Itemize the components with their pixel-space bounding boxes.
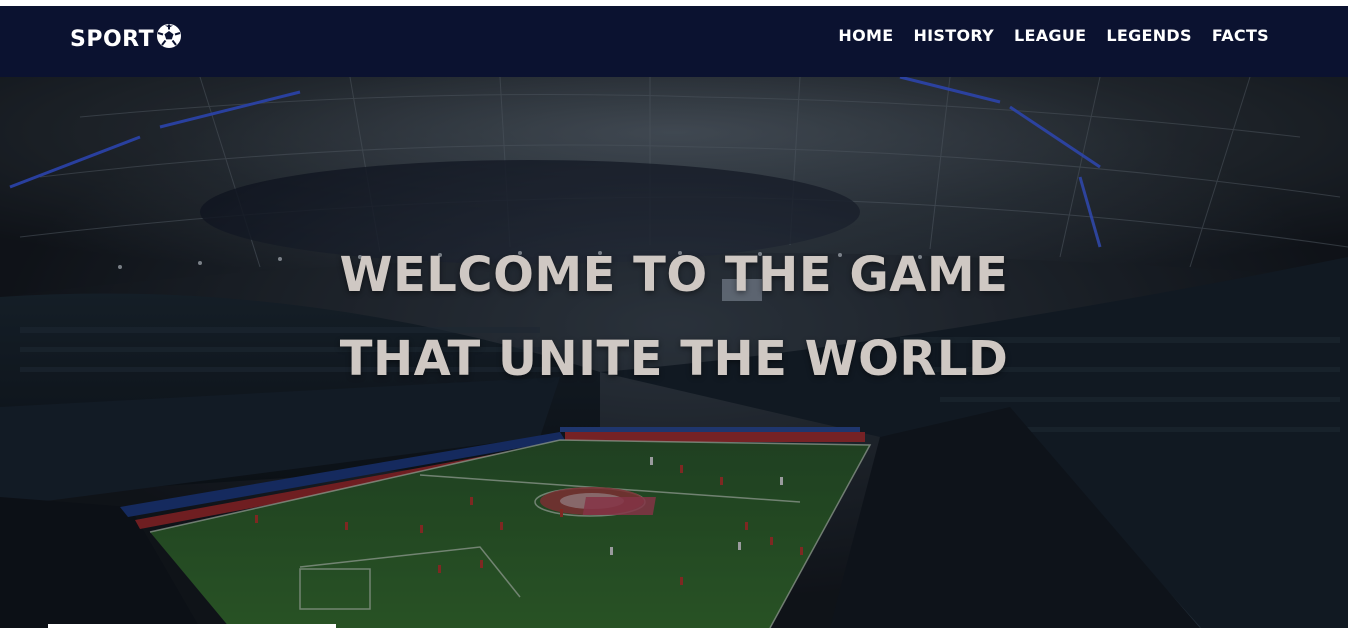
hero-headline-line-1: WELCOME TO THE GAME	[339, 247, 1009, 304]
hero-headline: WELCOME TO THE GAME THAT UNITE THE WORLD	[0, 233, 1348, 401]
hero-headline-line-2: THAT UNITE THE WORLD	[339, 331, 1009, 388]
hero-section: WELCOME TO THE GAME THAT UNITE THE WORLD	[0, 77, 1348, 628]
logo-text: SPORT	[70, 26, 155, 52]
nav-legends[interactable]: LEGENDS	[1106, 26, 1191, 45]
nav-home[interactable]: HOME	[838, 26, 893, 45]
logo[interactable]: SPORT	[70, 23, 182, 52]
main-nav: HOME HISTORY LEAGUE LEGENDS FACTS	[838, 26, 1269, 45]
page: SPORT HOME HISTORY LEAGUE LEGENDS FACTS	[0, 0, 1348, 628]
soccer-ball-icon	[156, 23, 182, 49]
navbar: SPORT HOME HISTORY LEAGUE LEGENDS FACTS	[0, 6, 1348, 77]
bottom-progress-bar	[48, 624, 336, 628]
nav-facts[interactable]: FACTS	[1212, 26, 1269, 45]
nav-history[interactable]: HISTORY	[913, 26, 994, 45]
nav-league[interactable]: LEAGUE	[1014, 26, 1086, 45]
